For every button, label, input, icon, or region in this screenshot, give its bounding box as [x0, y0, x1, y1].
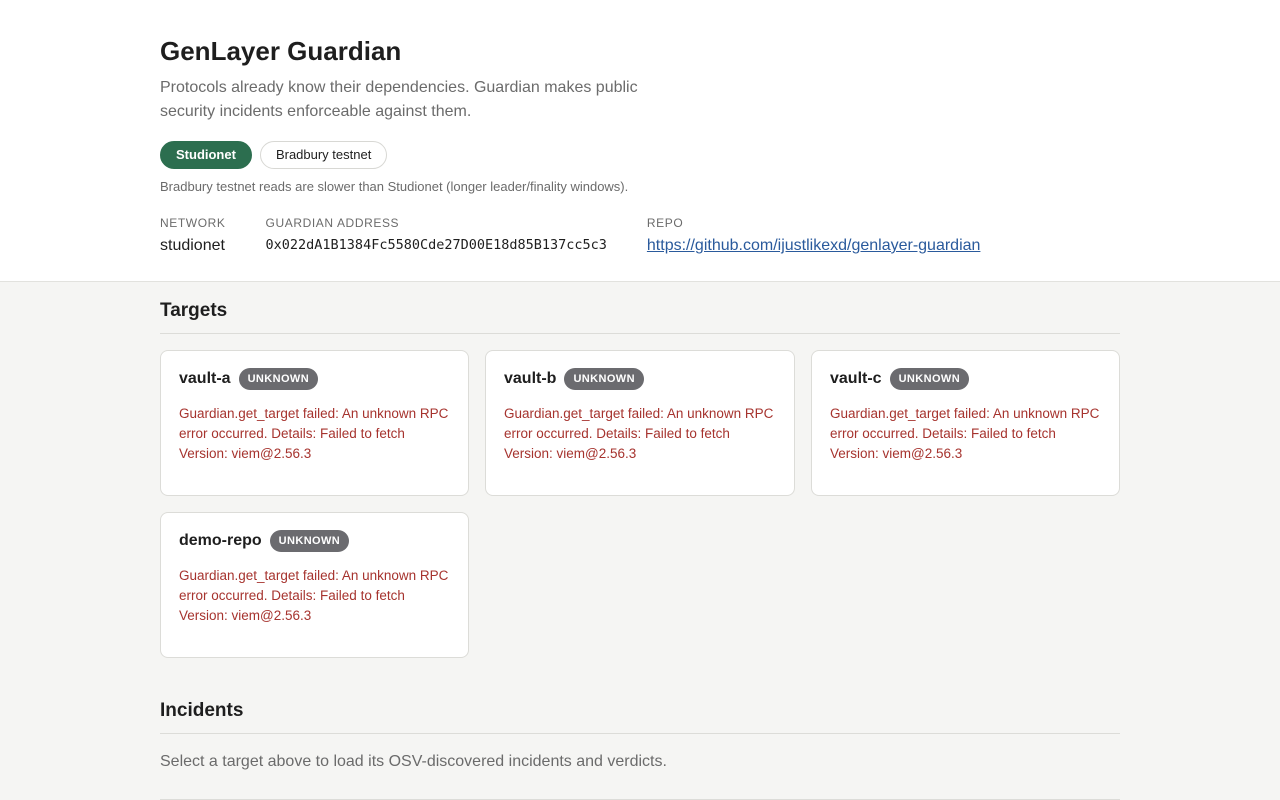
target-card-vault-a[interactable]: vault-a UNKNOWN Guardian.get_target fail… [160, 350, 469, 496]
target-card-header: demo-repo UNKNOWN [179, 530, 450, 552]
network-pill-bradbury[interactable]: Bradbury testnet [259, 141, 388, 169]
meta-address-label: GUARDIAN ADDRESS [265, 216, 400, 230]
meta-repo-value: https://github.com/ijustlikexd/genlayer-… [647, 235, 981, 257]
targets-grid: vault-a UNKNOWN Guardian.get_target fail… [160, 350, 1120, 658]
meta-repo-label: REPO [646, 216, 684, 230]
target-error-message: Guardian.get_target failed: An unknown R… [830, 406, 1100, 461]
meta-network-value: studionet [160, 237, 225, 254]
page-title: GenLayer Guardian [160, 36, 402, 66]
status-badge: UNKNOWN [889, 368, 970, 390]
guardian-address-value: 0x022dA1B1384Fc5580Cde27D00E18d85B137cc5… [265, 237, 607, 253]
network-note: Bradbury testnet reads are slower than S… [160, 179, 629, 194]
targets-title: Targets [160, 300, 1120, 334]
network-pill-studionet[interactable]: Studionet [160, 141, 252, 169]
target-card-header: vault-a UNKNOWN [179, 368, 450, 390]
meta-network-label: NETWORK [160, 216, 226, 230]
header-content: GenLayer Guardian Protocols already know… [160, 36, 1120, 257]
incidents-empty-message: Select a target above to load its OSV-di… [160, 753, 667, 770]
status-badge: UNKNOWN [564, 368, 644, 390]
target-card-vault-b[interactable]: vault-b UNKNOWN Guardian.get_target fail… [485, 350, 795, 496]
target-error-message: Guardian.get_target failed: An unknown R… [504, 406, 774, 461]
target-error-message: Guardian.get_target failed: An unknown R… [179, 406, 449, 461]
repo-link[interactable]: https://github.com/ijustlikexd/genlayer-… [647, 237, 981, 254]
status-badge: UNKNOWN [238, 368, 319, 390]
target-card-header: vault-b UNKNOWN [504, 368, 776, 390]
network-switcher: Studionet Bradbury testnet [160, 141, 1120, 169]
target-card-demo-repo[interactable]: demo-repo UNKNOWN Guardian.get_target fa… [160, 512, 469, 658]
targets-section: Targets vault-a UNKNOWN Guardian.get_tar… [160, 300, 1120, 658]
incidents-section: Incidents Select a target above to load … [160, 700, 1120, 800]
target-card-header: vault-c UNKNOWN [830, 368, 1101, 390]
target-name: demo-repo [179, 532, 262, 549]
target-card-vault-c[interactable]: vault-c UNKNOWN Guardian.get_target fail… [811, 350, 1120, 496]
page-header: GenLayer Guardian Protocols already know… [0, 0, 1280, 282]
main-content: Targets vault-a UNKNOWN Guardian.get_tar… [160, 300, 1120, 800]
meta-info: NETWORK studionet GUARDIAN ADDRESS 0x022… [160, 215, 1120, 257]
incidents-title: Incidents [160, 700, 1120, 734]
meta-repo: REPO https://github.com/ijustlikexd/genl… [647, 215, 981, 257]
page-subtitle: Protocols already know their dependencie… [160, 79, 638, 120]
meta-network: NETWORK studionet [160, 215, 226, 257]
target-error-message: Guardian.get_target failed: An unknown R… [179, 568, 449, 623]
target-name: vault-c [830, 370, 882, 387]
target-name: vault-a [179, 370, 231, 387]
meta-address: GUARDIAN ADDRESS 0x022dA1B1384Fc5580Cde2… [266, 215, 607, 257]
target-name: vault-b [504, 370, 557, 387]
status-badge: UNKNOWN [269, 530, 350, 552]
